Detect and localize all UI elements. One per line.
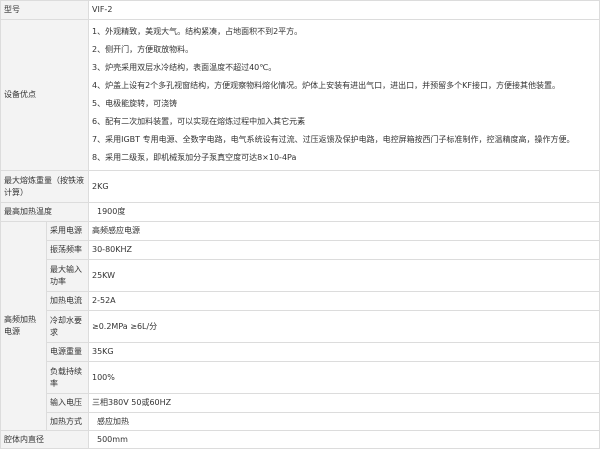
row-label: 腔体内直径 [0, 430, 89, 449]
table-row: 输入电压 三相380V 50或60HZ [1, 393, 600, 413]
sub-value: 三相380V 50或60HZ [88, 393, 600, 413]
row-value: 2KG [88, 170, 600, 203]
sub-value: 35KG [88, 342, 600, 362]
sub-value: 100% [88, 361, 600, 394]
feature-item: 1、外观精致，美观大气。结构紧凑，占地面积不到2平方。 [92, 27, 303, 36]
sub-value: 30-80KHZ [88, 240, 600, 260]
feature-item: 5、电极能旋转，可浇铸 [92, 99, 178, 108]
feature-item: 2、侧开门，方便取放物料。 [92, 45, 194, 54]
table-row: 最大输入功率 25KW [1, 259, 600, 292]
sub-value: 25KW [88, 259, 600, 292]
table-row: 加热电流 2-52A [1, 291, 600, 311]
table-row: 冷却水要求 ≥0.2MPa ≥6L/分 [1, 310, 600, 343]
sub-label: 采用电源 [46, 221, 89, 241]
table-row: 最大熔炼重量（按铁液计算） 2KG [0, 170, 600, 203]
sub-label: 加热电流 [46, 291, 89, 311]
row-label: 最高加热温度 [0, 202, 89, 222]
row-label: 最大熔炼重量（按铁液计算） [0, 170, 89, 203]
feature-list: 1、外观精致，美观大气。结构紧凑，占地面积不到2平方。 2、侧开门，方便取放物料… [88, 19, 600, 171]
sub-value: 感应加热 [88, 412, 600, 431]
sub-label: 冷却水要求 [46, 310, 89, 343]
sub-value: 2-52A [88, 291, 600, 311]
feature-item: 4、炉盖上设有2个多孔视窗结构，方便观察物料熔化情况。炉体上安装有进出气口，进出… [92, 81, 561, 90]
sub-label: 最大输入功率 [46, 259, 89, 292]
sub-label: 加热方式 [46, 412, 89, 431]
row-value: 1900度 [88, 202, 600, 222]
sub-label: 负载持续率 [46, 361, 89, 394]
table-row: 设备优点 1、外观精致，美观大气。结构紧凑，占地面积不到2平方。 2、侧开门，方… [0, 19, 600, 171]
table-row: 振荡频率 30-80KHZ [1, 240, 600, 260]
table-row: 负载持续率 100% [1, 361, 600, 394]
sub-label: 输入电压 [46, 393, 89, 413]
sub-label: 电源重量 [46, 342, 89, 362]
row-value: 500mm [88, 430, 600, 449]
row-label: 型号 [0, 0, 89, 20]
group-label: 高频加热电源 [0, 221, 47, 431]
feature-item: 3、炉壳采用双层水冷结构，表面温度不超过40℃。 [92, 63, 277, 72]
sub-value: ≥0.2MPa ≥6L/分 [88, 310, 600, 343]
row-value: VIF-2 [88, 0, 600, 20]
sub-value: 高频感应电源 [88, 221, 600, 241]
feature-item: 6、配有二次加料装置，可以实现在熔炼过程中加入其它元素 [92, 117, 306, 126]
table-row: 加热方式 感应加热 [1, 412, 600, 431]
sub-label: 振荡频率 [46, 240, 89, 260]
feature-item: 7、采用IGBT 专用电源、全数字电路，电气系统设有过流、过压返馈及保护电路，电… [92, 135, 575, 144]
table-row: 型号 VIF-2 [0, 0, 600, 20]
table-row: 高频加热电源 采用电源 高频感应电源 [0, 221, 600, 431]
table-row: 电源重量 35KG [1, 342, 600, 362]
table-row: 腔体内直径 500mm [0, 430, 600, 449]
feature-item: 8、采用二级泵，即机械泵加分子泵真空度可达8×10-4Pa [92, 153, 297, 162]
row-label: 设备优点 [0, 19, 89, 171]
table-row: 最高加热温度 1900度 [0, 202, 600, 222]
spec-table: 型号 VIF-2 设备优点 1、外观精致，美观大气。结构紧凑，占地面积不到2平方… [0, 0, 600, 449]
